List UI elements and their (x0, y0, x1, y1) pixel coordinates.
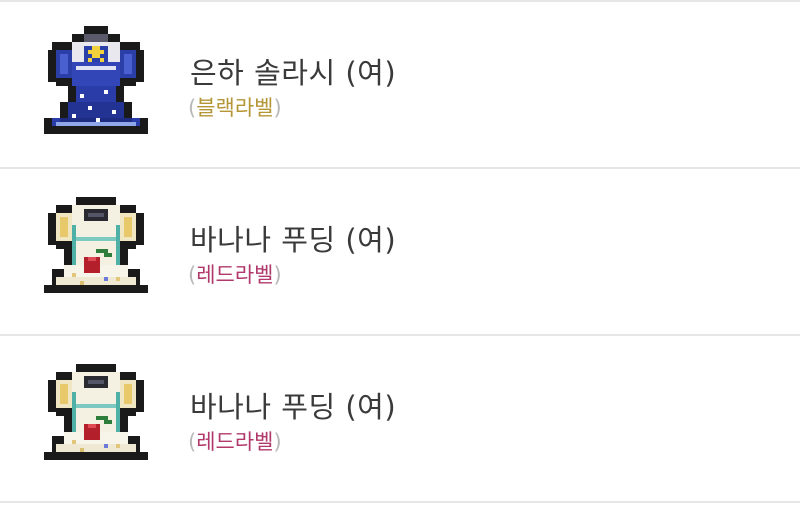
label-paren-close: ) (273, 430, 282, 454)
item-name: 바나나 푸딩 (여) (190, 390, 397, 424)
item-label: (블랙라벨) (188, 92, 282, 122)
label-paren-open: ( (188, 263, 197, 287)
list-item[interactable]: 은하 솔라시 (여) (블랙라벨) (0, 2, 800, 169)
list-item[interactable]: 바나나 푸딩 (여) (레드라벨) (0, 169, 800, 336)
banana-pudding-dress-icon (40, 360, 152, 472)
label-text: 레드라벨 (196, 263, 274, 287)
item-label: (레드라벨) (188, 259, 282, 289)
item-list: 은하 솔라시 (여) (블랙라벨) 바나나 푸딩 (여) (레드라벨) 바나나 … (0, 0, 800, 509)
item-name: 바나나 푸딩 (여) (190, 223, 397, 257)
label-text: 레드라벨 (196, 430, 274, 454)
label-paren-open: ( (188, 96, 197, 120)
galaxy-dress-icon (40, 26, 152, 138)
label-text: 블랙라벨 (196, 96, 274, 120)
label-paren-close: ) (273, 96, 282, 120)
label-paren-open: ( (188, 430, 197, 454)
item-name: 은하 솔라시 (여) (190, 56, 397, 90)
banana-pudding-dress-icon (40, 193, 152, 305)
item-label: (레드라벨) (188, 426, 282, 456)
list-item[interactable]: 바나나 푸딩 (여) (레드라벨) (0, 336, 800, 503)
label-paren-close: ) (273, 263, 282, 287)
